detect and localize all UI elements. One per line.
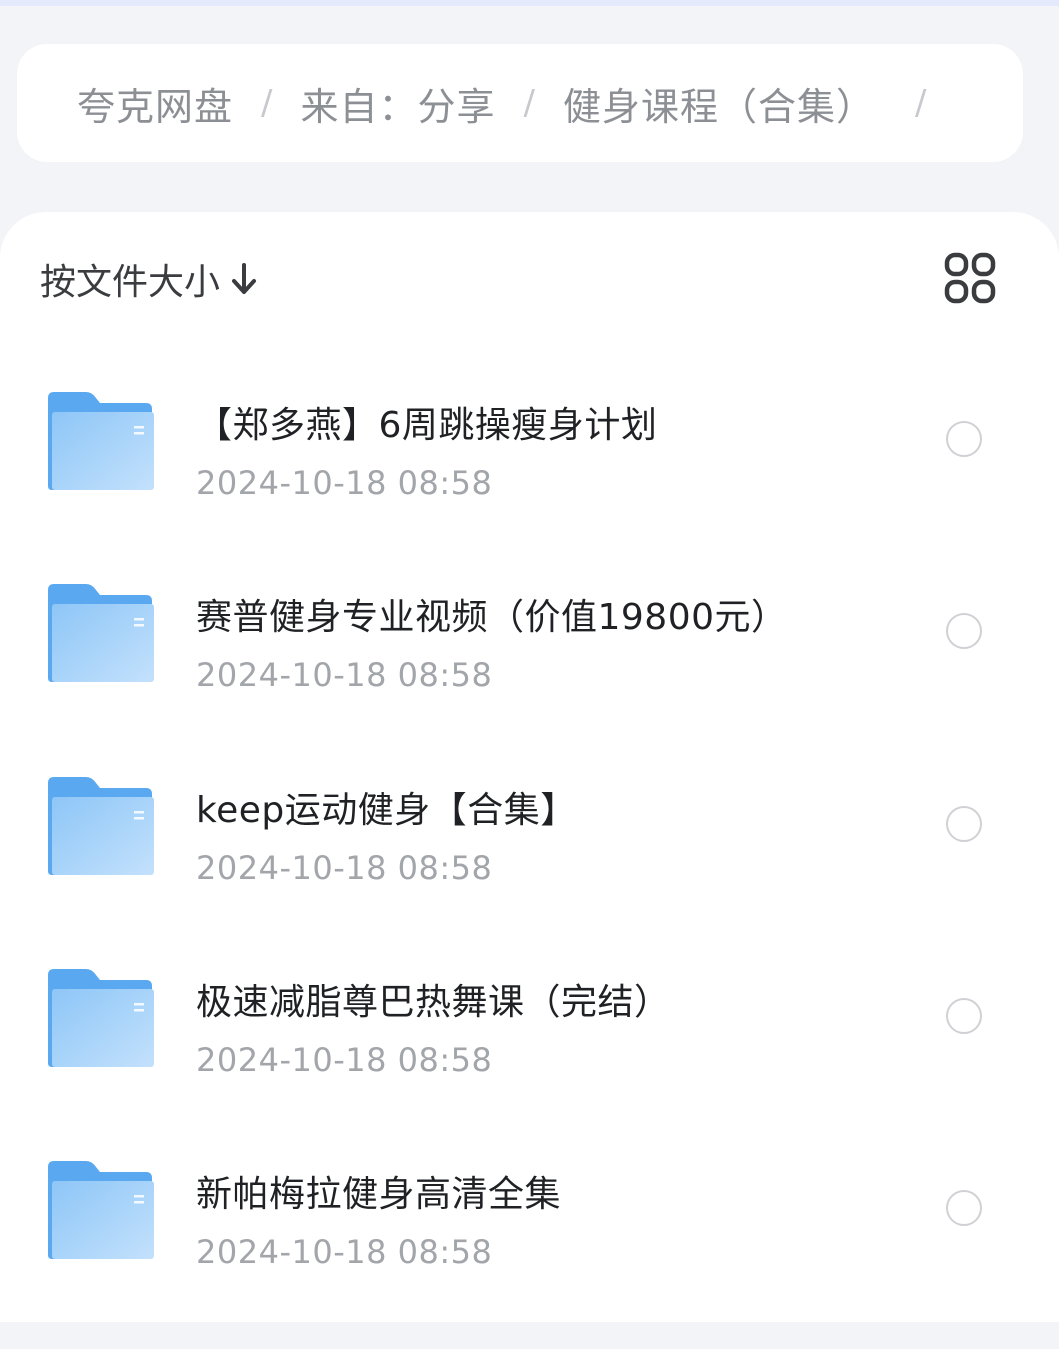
file-date: 2024-10-18 08:58 [196, 849, 493, 887]
folder-icon [44, 1159, 156, 1261]
file-name: 【郑多燕】6周跳操瘦身计划 [196, 405, 658, 446]
breadcrumb-separator: / [914, 83, 927, 123]
select-radio[interactable] [946, 806, 982, 842]
sort-label: 按文件大小 [40, 262, 221, 303]
arrow-down-icon [230, 262, 258, 296]
file-row[interactable]: keep运动健身【合集】 2024-10-18 08:58 [0, 775, 1059, 965]
select-radio[interactable] [946, 998, 982, 1034]
file-row[interactable]: 赛普健身专业视频（价值19800元） 2024-10-18 08:58 [0, 582, 1059, 772]
folder-icon [44, 582, 156, 684]
breadcrumb: 夸克网盘 / 来自：分享 / 健身课程（合集） / [17, 44, 1023, 162]
file-name: keep运动健身【合集】 [196, 790, 577, 831]
file-date: 2024-10-18 08:58 [196, 1233, 493, 1271]
file-row[interactable]: 【郑多燕】6周跳操瘦身计划 2024-10-18 08:58 [0, 390, 1059, 580]
breadcrumb-separator: / [261, 83, 273, 123]
file-name: 赛普健身专业视频（价值19800元） [196, 597, 788, 638]
sort-button[interactable]: 按文件大小 [40, 255, 258, 303]
file-date: 2024-10-18 08:58 [196, 656, 493, 694]
file-date: 2024-10-18 08:58 [196, 464, 493, 502]
breadcrumb-separator: / [523, 83, 535, 123]
select-radio[interactable] [946, 613, 982, 649]
grid-view-icon[interactable] [944, 252, 996, 304]
breadcrumb-item-current[interactable]: 健身课程（合集） [563, 76, 875, 131]
top-strip [0, 0, 1059, 6]
file-name: 新帕梅拉健身高清全集 [196, 1174, 562, 1215]
file-row[interactable]: 新帕梅拉健身高清全集 2024-10-18 08:58 [0, 1159, 1059, 1349]
select-radio[interactable] [946, 1190, 982, 1226]
file-name: 极速减脂尊巴热舞课（完结） [196, 982, 671, 1023]
breadcrumb-item-root[interactable]: 夸克网盘 [77, 76, 233, 131]
select-radio[interactable] [946, 421, 982, 457]
file-row[interactable]: 极速减脂尊巴热舞课（完结） 2024-10-18 08:58 [0, 967, 1059, 1157]
folder-icon [44, 775, 156, 877]
folder-icon [44, 967, 156, 1069]
folder-icon [44, 390, 156, 492]
breadcrumb-item-share[interactable]: 来自：分享 [300, 76, 495, 131]
file-date: 2024-10-18 08:58 [196, 1041, 493, 1079]
